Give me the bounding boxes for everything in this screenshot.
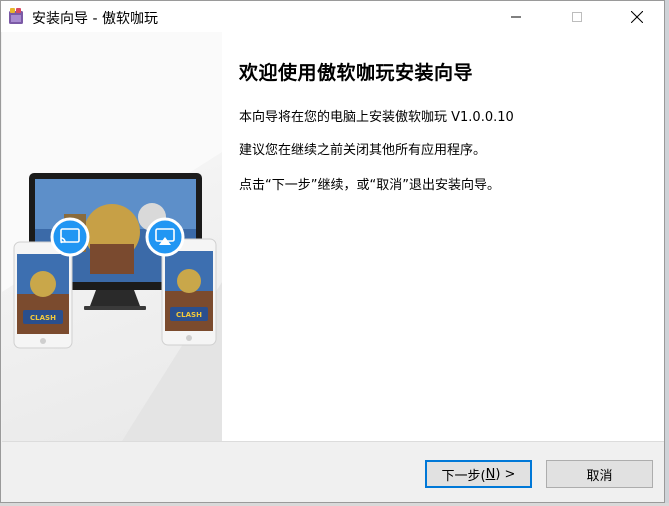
next-button[interactable]: 下一步(N) >	[425, 460, 532, 488]
cancel-label: 取消	[586, 468, 613, 484]
next-accesskey: N	[485, 466, 496, 482]
maximize-button[interactable]	[554, 1, 600, 32]
minimize-button[interactable]	[493, 1, 539, 32]
cast-icon	[50, 217, 90, 257]
installer-window: 安装向导 - 傲软咖玩 CLASH CLASH 欢迎使用傲软咖玩安装向导 本向导…	[0, 0, 665, 503]
svg-text:CLASH: CLASH	[30, 314, 56, 322]
welcome-heading: 欢迎使用傲软咖玩安装向导	[239, 62, 474, 84]
footer-separator	[2, 441, 664, 442]
title-bar[interactable]: 安装向导 - 傲软咖玩	[1, 1, 664, 32]
cancel-button[interactable]: 取消	[546, 460, 653, 488]
window-title: 安装向导 - 傲软咖玩	[32, 11, 158, 27]
app-icon	[9, 8, 23, 24]
close-icon	[631, 10, 643, 23]
devices-illustration: CLASH CLASH	[2, 32, 222, 441]
close-button[interactable]	[614, 1, 660, 32]
instruction-text: 点击“下一步”继续，或“取消”退出安装向导。	[239, 178, 500, 193]
side-panel: CLASH CLASH	[2, 32, 222, 441]
airplay-icon	[145, 217, 185, 257]
content-area: CLASH CLASH 欢迎使用傲软咖玩安装向导 本向导将在您的电脑上安装傲软咖…	[2, 32, 664, 441]
svg-text:CLASH: CLASH	[176, 311, 202, 319]
maximize-icon	[572, 11, 582, 22]
background-edge	[665, 0, 669, 506]
next-label-suffix: ) >	[495, 466, 516, 482]
next-label-prefix: 下一步(	[441, 468, 486, 484]
install-info-text: 本向导将在您的电脑上安装傲软咖玩 V1.0.0.10	[239, 110, 514, 125]
close-apps-text: 建议您在继续之前关闭其他所有应用程序。	[239, 143, 487, 158]
minimize-icon	[511, 16, 521, 17]
